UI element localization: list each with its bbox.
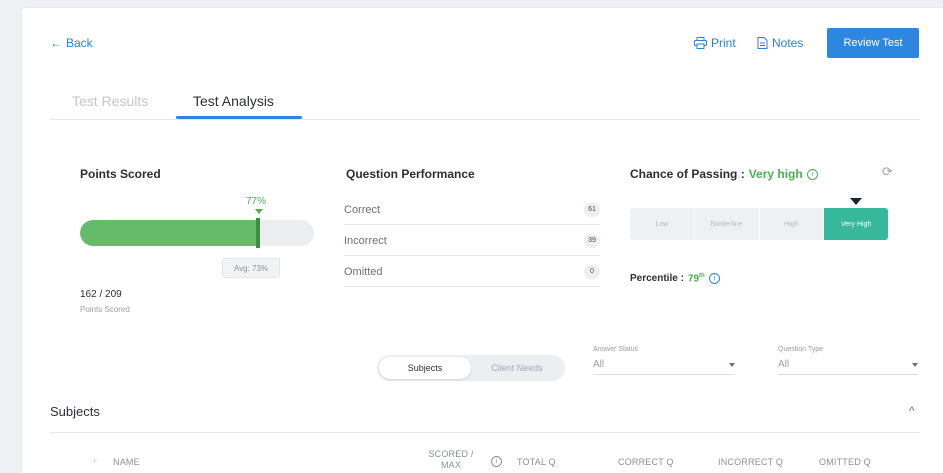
active-tab-indicator — [176, 116, 302, 119]
refresh-icon[interactable]: ⟳ — [882, 164, 893, 180]
chance-value: Very high — [748, 167, 803, 181]
tab-test-results[interactable]: Test Results — [72, 93, 148, 109]
score-marker — [256, 218, 260, 248]
answer-status-label: Answer Status — [593, 346, 639, 353]
percentile: Percentile : 79th i — [630, 273, 720, 284]
percentile-label: Percentile : — [630, 273, 684, 285]
toggle-subjects[interactable]: Subjects — [379, 357, 471, 379]
notes-icon — [757, 37, 768, 49]
print-button[interactable]: Print — [694, 36, 736, 50]
chevron-down-icon — [729, 362, 735, 367]
level-low: Low — [630, 208, 695, 240]
performance-row-incorrect: Incorrect 39 — [344, 226, 600, 256]
question-type-label: Question Type — [778, 346, 824, 353]
caret-down-icon — [255, 209, 263, 214]
info-icon[interactable]: i — [708, 273, 720, 285]
chevron-down-icon — [912, 362, 918, 367]
notes-label: Notes — [772, 36, 804, 50]
tab-divider — [50, 119, 920, 120]
answer-status-value: All — [593, 359, 605, 370]
question-type-select[interactable]: All — [778, 359, 918, 375]
passing-level-scale: Low Borderline High Very High — [630, 208, 888, 240]
row-label: Incorrect — [344, 234, 387, 247]
percentile-value: 79th — [687, 273, 705, 285]
count-badge: 39 — [584, 233, 600, 248]
answer-status-select[interactable]: All — [593, 359, 735, 375]
points-scored-title: Points Scored — [80, 167, 161, 181]
subjects-divider — [50, 432, 920, 433]
level-pointer-icon — [850, 198, 862, 205]
question-performance-title: Question Performance — [346, 167, 475, 181]
subjects-title: Subjects — [50, 404, 100, 419]
score-percent-label: 77% — [246, 196, 267, 207]
level-very-high: Very High — [824, 208, 888, 240]
arrow-left-icon: ← — [50, 36, 62, 50]
performance-row-correct: Correct 61 — [344, 195, 600, 225]
info-icon[interactable]: i — [806, 168, 818, 180]
average-label: Avg: 73% — [222, 258, 280, 278]
column-correct-q[interactable]: CORRECT Q — [618, 457, 674, 467]
score-progress-bar — [80, 220, 314, 246]
printer-icon — [694, 37, 707, 49]
column-total-q[interactable]: TOTAL Q — [517, 457, 556, 467]
column-incorrect-q[interactable]: INCORRECT Q — [718, 457, 783, 467]
chevron-up-icon[interactable]: ^ — [909, 404, 915, 418]
score-caption: Points Scored — [80, 305, 130, 314]
question-type-value: All — [778, 359, 790, 370]
column-omitted-q[interactable]: OMITTED Q — [819, 457, 871, 467]
review-test-button[interactable]: Review Test — [827, 28, 919, 58]
column-scored-max[interactable]: SCORED / MAX — [427, 449, 475, 471]
back-label: Back — [66, 36, 93, 50]
level-high: High — [760, 208, 825, 240]
score-progress-fill — [80, 220, 261, 246]
count-badge: 0 — [584, 264, 600, 279]
expand-all-icon[interactable]: + — [92, 456, 97, 466]
chance-label: Chance of Passing : — [630, 167, 745, 181]
notes-button[interactable]: Notes — [757, 36, 803, 50]
column-name[interactable]: NAME — [113, 457, 140, 467]
chance-of-passing: Chance of Passing : Very high i — [630, 167, 818, 181]
toggle-client-needs[interactable]: Client Needs — [471, 357, 563, 379]
row-label: Omitted — [344, 265, 383, 278]
performance-row-omitted: Omitted 0 — [344, 257, 600, 287]
score-value: 162 / 209 — [80, 289, 122, 300]
info-icon[interactable]: i — [491, 456, 502, 467]
back-link[interactable]: ← Back — [50, 36, 93, 50]
tab-test-analysis[interactable]: Test Analysis — [193, 93, 274, 109]
view-toggle: Subjects Client Needs — [377, 355, 565, 381]
row-label: Correct — [344, 203, 381, 216]
print-label: Print — [711, 36, 736, 50]
level-borderline: Borderline — [695, 208, 760, 240]
count-badge: 61 — [584, 202, 600, 217]
